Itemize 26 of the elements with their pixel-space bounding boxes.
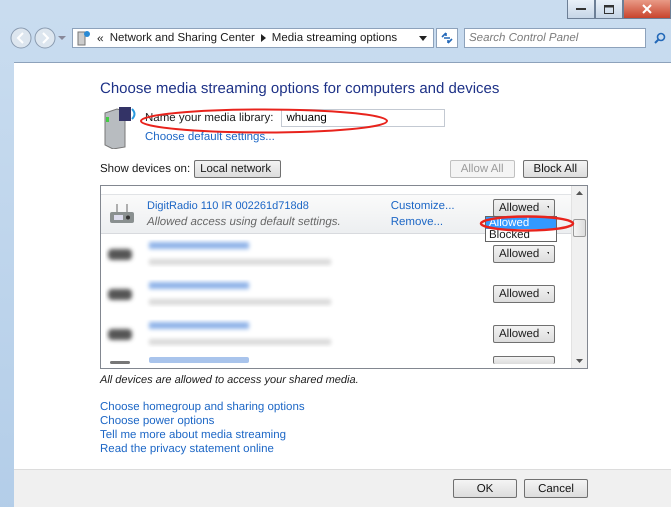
action-button[interactable]: Block All	[522, 160, 588, 178]
breadcrumb-item[interactable]: Media streaming options	[272, 32, 398, 44]
help-link[interactable]: Choose power options	[100, 415, 671, 427]
sharing-note: All devices are allowed to access your shared media.	[100, 374, 360, 386]
device-link[interactable]: Customize...	[390, 200, 455, 212]
show-devices-label: Show devices on:	[100, 163, 190, 175]
device-link[interactable]: Remove...	[390, 216, 455, 228]
help-link[interactable]: Choose homegroup and sharing options	[100, 401, 671, 413]
dialog-button[interactable]: OK	[453, 479, 517, 498]
dialog-button[interactable]: Cancel	[524, 479, 588, 498]
device-name[interactable]: DigitRadio 110 IR 002261d718d8	[147, 200, 341, 212]
help-link[interactable]: Read the privacy statement online	[100, 443, 671, 455]
network-select[interactable]: Local network	[194, 160, 282, 178]
access-select[interactable]: Allowed	[493, 325, 555, 343]
search-field[interactable]: Search Control Panel	[464, 28, 646, 48]
library-name-field[interactable]: whuang	[281, 109, 446, 127]
help-link[interactable]: Tell me more about media streaming	[100, 429, 671, 441]
default-settings-link[interactable]: Choose default settings...	[145, 131, 446, 143]
access-select[interactable]: Allowed	[493, 199, 555, 217]
device-status: Allowed access using default settings.	[147, 216, 341, 228]
access-select[interactable]: Allowed	[493, 285, 555, 303]
address-bar[interactable]: « Network and Sharing Center Media streaming options	[72, 28, 434, 48]
breadcrumb-item[interactable]: Network and Sharing Center	[110, 32, 255, 44]
chevron-icon[interactable]: «	[97, 31, 104, 45]
access-select[interactable]: Allowed	[493, 245, 555, 263]
page-heading: Choose media streaming options for computers and devices	[100, 80, 500, 97]
